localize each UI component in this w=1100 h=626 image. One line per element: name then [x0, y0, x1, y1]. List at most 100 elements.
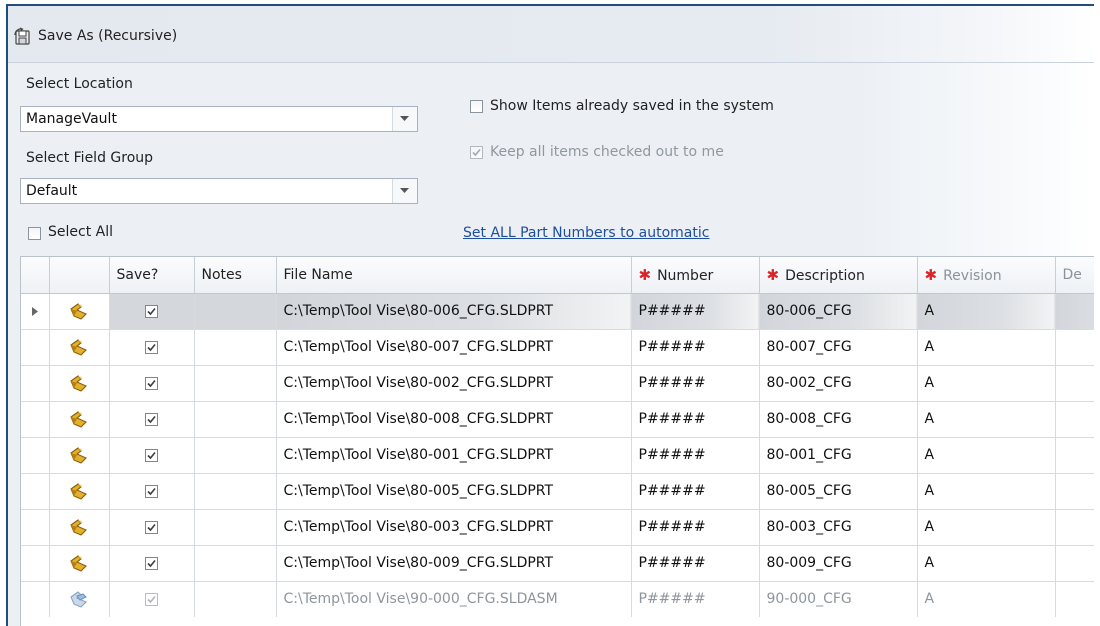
- notes-cell[interactable]: [194, 473, 277, 510]
- location-dropdown[interactable]: ManageVault: [20, 106, 418, 132]
- number-cell[interactable]: P#####: [631, 545, 760, 582]
- save-cell[interactable]: [109, 329, 195, 366]
- extra-cell[interactable]: [1055, 293, 1094, 330]
- row-indicator[interactable]: [21, 365, 50, 402]
- notes-cell[interactable]: [194, 581, 277, 617]
- notes-cell[interactable]: [194, 365, 277, 402]
- save-checkbox[interactable]: [145, 340, 158, 354]
- description-cell[interactable]: 80-006_CFG: [759, 293, 918, 330]
- file-name-cell[interactable]: C:\Temp\Tool Vise\80-008_CFG.SLDPRT: [276, 401, 632, 438]
- show-saved-checkbox[interactable]: [470, 100, 483, 113]
- revision-cell[interactable]: A: [917, 329, 1056, 366]
- save-cell[interactable]: [109, 545, 195, 582]
- column-header-save[interactable]: Save?: [109, 257, 195, 294]
- number-cell[interactable]: P#####: [631, 329, 760, 366]
- select-all-checkbox[interactable]: [28, 227, 41, 240]
- column-header-description[interactable]: ✱ Description: [759, 257, 918, 294]
- revision-cell[interactable]: A: [917, 293, 1056, 330]
- number-cell[interactable]: P#####: [631, 581, 760, 617]
- revision-cell[interactable]: A: [917, 581, 1056, 617]
- row-indicator[interactable]: [21, 401, 50, 438]
- save-checkbox[interactable]: [145, 376, 158, 390]
- extra-cell[interactable]: [1055, 545, 1094, 582]
- save-checkbox[interactable]: [145, 556, 158, 570]
- description-cell[interactable]: 80-007_CFG: [759, 329, 918, 366]
- extra-cell[interactable]: [1055, 581, 1094, 617]
- description-cell[interactable]: 80-005_CFG: [759, 473, 918, 510]
- file-name-cell[interactable]: C:\Temp\Tool Vise\80-007_CFG.SLDPRT: [276, 329, 632, 366]
- save-checkbox[interactable]: [145, 448, 158, 462]
- column-header-revision[interactable]: ✱ Revision: [917, 257, 1056, 294]
- column-header-number[interactable]: ✱ Number: [631, 257, 760, 294]
- notes-cell[interactable]: [194, 545, 277, 582]
- number-cell[interactable]: P#####: [631, 401, 760, 438]
- description-cell[interactable]: 80-008_CFG: [759, 401, 918, 438]
- select-all-label[interactable]: Select All: [48, 224, 113, 240]
- extra-cell[interactable]: [1055, 509, 1094, 546]
- description-cell[interactable]: 80-003_CFG: [759, 509, 918, 546]
- table-row[interactable]: C:\Temp\Tool Vise\80-002_CFG.SLDPRT P####…: [21, 365, 1094, 402]
- extra-cell[interactable]: [1055, 437, 1094, 474]
- number-cell[interactable]: P#####: [631, 437, 760, 474]
- row-indicator[interactable]: [21, 509, 50, 546]
- table-row[interactable]: C:\Temp\Tool Vise\80-005_CFG.SLDPRT P####…: [21, 473, 1094, 510]
- set-auto-part-numbers-link[interactable]: Set ALL Part Numbers to automatic: [463, 225, 709, 241]
- row-indicator[interactable]: [21, 437, 50, 474]
- save-checkbox[interactable]: [145, 484, 158, 498]
- save-cell[interactable]: [109, 293, 195, 330]
- table-row[interactable]: C:\Temp\Tool Vise\80-001_CFG.SLDPRT P####…: [21, 437, 1094, 474]
- extra-cell[interactable]: [1055, 473, 1094, 510]
- notes-cell[interactable]: [194, 293, 277, 330]
- save-cell[interactable]: [109, 509, 195, 546]
- extra-cell[interactable]: [1055, 329, 1094, 366]
- description-cell[interactable]: 80-001_CFG: [759, 437, 918, 474]
- row-indicator[interactable]: [21, 473, 50, 510]
- save-cell[interactable]: [109, 473, 195, 510]
- field-group-dropdown-button[interactable]: [392, 179, 417, 203]
- row-indicator[interactable]: [21, 581, 50, 617]
- save-checkbox[interactable]: [145, 520, 158, 534]
- row-indicator[interactable]: [21, 545, 50, 582]
- file-name-cell[interactable]: C:\Temp\Tool Vise\80-006_CFG.SLDPRT: [276, 293, 632, 330]
- column-header-file-name[interactable]: File Name: [276, 257, 632, 294]
- column-header-notes[interactable]: Notes: [194, 257, 277, 294]
- description-cell[interactable]: 80-002_CFG: [759, 365, 918, 402]
- column-header-extra[interactable]: De: [1055, 257, 1094, 294]
- keep-checked-out-checkbox[interactable]: [470, 146, 483, 159]
- table-row[interactable]: C:\Temp\Tool Vise\90-000_CFG.SLDASM P####…: [21, 581, 1094, 617]
- description-cell[interactable]: 90-000_CFG: [759, 581, 918, 617]
- table-row[interactable]: C:\Temp\Tool Vise\80-003_CFG.SLDPRT P####…: [21, 509, 1094, 546]
- extra-cell[interactable]: [1055, 365, 1094, 402]
- save-checkbox[interactable]: [145, 304, 158, 318]
- revision-cell[interactable]: A: [917, 401, 1056, 438]
- save-cell[interactable]: [109, 437, 195, 474]
- number-cell[interactable]: P#####: [631, 509, 760, 546]
- file-name-cell[interactable]: C:\Temp\Tool Vise\80-009_CFG.SLDPRT: [276, 545, 632, 582]
- number-cell[interactable]: P#####: [631, 473, 760, 510]
- notes-cell[interactable]: [194, 509, 277, 546]
- revision-cell[interactable]: A: [917, 509, 1056, 546]
- save-cell[interactable]: [109, 365, 195, 402]
- description-cell[interactable]: 80-009_CFG: [759, 545, 918, 582]
- file-name-cell[interactable]: C:\Temp\Tool Vise\80-002_CFG.SLDPRT: [276, 365, 632, 402]
- save-checkbox[interactable]: [145, 412, 158, 426]
- revision-cell[interactable]: A: [917, 365, 1056, 402]
- file-name-cell[interactable]: C:\Temp\Tool Vise\80-001_CFG.SLDPRT: [276, 437, 632, 474]
- file-name-cell[interactable]: C:\Temp\Tool Vise\80-005_CFG.SLDPRT: [276, 473, 632, 510]
- revision-cell[interactable]: A: [917, 473, 1056, 510]
- revision-cell[interactable]: A: [917, 437, 1056, 474]
- table-row[interactable]: C:\Temp\Tool Vise\80-007_CFG.SLDPRT P####…: [21, 329, 1094, 366]
- extra-cell[interactable]: [1055, 401, 1094, 438]
- table-row[interactable]: C:\Temp\Tool Vise\80-009_CFG.SLDPRT P####…: [21, 545, 1094, 582]
- row-indicator[interactable]: [21, 329, 50, 366]
- revision-cell[interactable]: A: [917, 545, 1056, 582]
- number-cell[interactable]: P#####: [631, 365, 760, 402]
- file-name-cell[interactable]: C:\Temp\Tool Vise\90-000_CFG.SLDASM: [276, 581, 632, 617]
- field-group-dropdown[interactable]: Default: [20, 178, 418, 204]
- notes-cell[interactable]: [194, 437, 277, 474]
- save-cell[interactable]: [109, 401, 195, 438]
- location-dropdown-button[interactable]: [392, 107, 417, 131]
- table-row[interactable]: C:\Temp\Tool Vise\80-006_CFG.SLDPRT P####…: [21, 293, 1094, 330]
- number-cell[interactable]: P#####: [631, 293, 760, 330]
- table-row[interactable]: C:\Temp\Tool Vise\80-008_CFG.SLDPRT P####…: [21, 401, 1094, 438]
